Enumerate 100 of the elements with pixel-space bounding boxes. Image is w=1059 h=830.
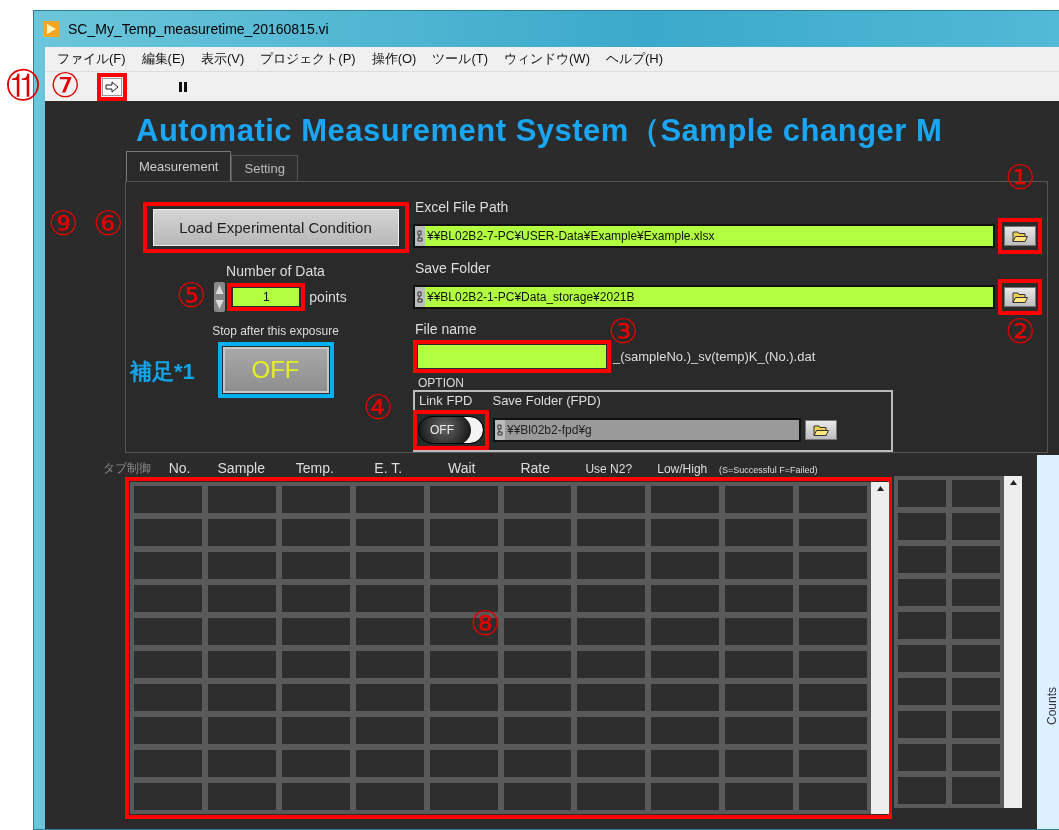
table-cell xyxy=(952,579,1000,606)
annotation-number: ③ xyxy=(608,314,639,348)
table-cell xyxy=(577,651,646,678)
table-cell xyxy=(952,513,1000,540)
table-cell xyxy=(134,651,202,678)
table-cell xyxy=(429,717,498,744)
table-cell xyxy=(725,684,794,711)
table-cell xyxy=(799,486,867,513)
menu-item[interactable]: 操作(O) xyxy=(363,50,425,68)
data-grid[interactable] xyxy=(894,476,1022,808)
scrollbar[interactable] xyxy=(871,482,889,814)
scroll-up-arrow-icon[interactable] xyxy=(876,486,884,491)
table-cell xyxy=(725,618,794,645)
table-cell xyxy=(429,750,498,777)
column-header: E. T. xyxy=(374,460,403,476)
table-cell xyxy=(799,717,867,744)
table-cell xyxy=(281,519,350,546)
table-cell xyxy=(207,585,276,612)
path-field[interactable]: ¥¥Bl02b2-fpd¥g xyxy=(493,418,801,442)
table-cell xyxy=(281,684,350,711)
table-cell xyxy=(207,618,276,645)
pause-icon[interactable] xyxy=(179,81,187,92)
table-cell xyxy=(355,552,424,579)
menu-item[interactable]: 表示(V) xyxy=(192,50,253,68)
annotation-number: ⑨ xyxy=(48,206,79,240)
table-cell xyxy=(725,519,794,546)
path-icon xyxy=(415,287,425,307)
table-cell xyxy=(207,717,276,744)
folder-icon xyxy=(1012,291,1028,303)
path-icon xyxy=(415,226,425,246)
menu-item[interactable]: ファイル(F) xyxy=(49,50,134,68)
tab[interactable]: Setting xyxy=(231,155,298,181)
table-cell xyxy=(799,585,867,612)
table-cell xyxy=(651,717,720,744)
table-cell xyxy=(651,684,720,711)
table-cell xyxy=(577,783,646,810)
load-button[interactable]: Load Experimental Condition xyxy=(152,209,399,246)
scrollbar[interactable] xyxy=(1004,476,1022,808)
unit-label: points xyxy=(309,289,347,305)
spinner-icon[interactable] xyxy=(214,282,226,312)
table-cell xyxy=(952,777,1000,804)
table-cell xyxy=(725,717,794,744)
annotation-number: ⑦ xyxy=(50,68,81,102)
number-field[interactable]: 1 xyxy=(233,288,300,306)
table-caption: タブ制御 xyxy=(103,460,151,477)
table-cell xyxy=(355,783,424,810)
table-cell xyxy=(503,750,572,777)
tab[interactable]: Measurement xyxy=(126,151,232,181)
path-field[interactable]: ¥¥BL02B2-1-PC¥Data_storage¥2021B xyxy=(413,285,995,309)
run-button[interactable] xyxy=(102,77,122,96)
browse-button[interactable] xyxy=(1004,226,1036,246)
browse-button[interactable] xyxy=(805,420,837,440)
table-cell xyxy=(207,750,276,777)
table-cell xyxy=(898,612,946,639)
filename-suffix: _(sampleNo.)_sv(temp)K_(No.).dat xyxy=(613,349,816,364)
menu-item[interactable]: ツール(T) xyxy=(424,50,497,68)
table-cell xyxy=(503,651,572,678)
table-cell xyxy=(898,678,946,705)
annotation-note: 補足*1 xyxy=(130,358,195,386)
toggle-switch[interactable]: OFF xyxy=(418,416,484,444)
axis-label: Counts xyxy=(1045,686,1059,725)
annotation-number: ⑥ xyxy=(93,206,124,240)
table-cell xyxy=(651,519,720,546)
table-cell xyxy=(355,519,424,546)
table-cell xyxy=(898,579,946,606)
table-cell xyxy=(503,717,572,744)
menu-item[interactable]: 編集(E) xyxy=(133,50,193,68)
table-cell xyxy=(281,618,350,645)
table-cell xyxy=(281,750,350,777)
browse-button[interactable] xyxy=(1004,287,1036,307)
table-cell xyxy=(207,552,276,579)
table-cell xyxy=(725,552,794,579)
scroll-up-arrow-icon[interactable] xyxy=(1009,480,1017,485)
menu-item[interactable]: プロジェクト(P) xyxy=(252,50,364,68)
table-cell xyxy=(577,684,646,711)
menu-item[interactable]: ヘルプ(H) xyxy=(597,50,671,68)
table-cell xyxy=(952,612,1000,639)
app-icon xyxy=(43,21,59,37)
field-label: Link FPD xyxy=(419,393,473,409)
table-cell xyxy=(429,519,498,546)
field-label: Save Folder xyxy=(415,260,491,278)
table-cell xyxy=(799,750,867,777)
table-cell xyxy=(429,684,498,711)
table-cell xyxy=(429,585,498,612)
table-cell xyxy=(952,744,1000,771)
menu-item[interactable]: ウィンドウ(W) xyxy=(496,50,598,68)
table-cell xyxy=(281,717,350,744)
table-cell xyxy=(898,480,946,507)
path-icon xyxy=(495,420,505,440)
path-field[interactable]: ¥¥BL02B2-7-PC¥USER-Data¥Example¥Example.xlsx xyxy=(413,224,995,248)
table-cell xyxy=(134,717,202,744)
table-cell xyxy=(651,651,720,678)
field-label: File name xyxy=(415,321,477,339)
table-cell xyxy=(898,546,946,573)
table-cell xyxy=(577,486,646,513)
table-cell xyxy=(134,684,202,711)
table-cell xyxy=(898,513,946,540)
table-cell xyxy=(898,645,946,672)
column-header: Sample xyxy=(217,460,265,476)
group-label: OPTION xyxy=(418,376,465,390)
